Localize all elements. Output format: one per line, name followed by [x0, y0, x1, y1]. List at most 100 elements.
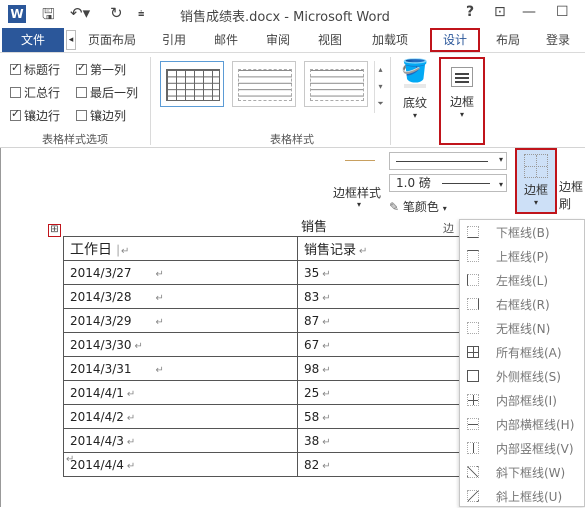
tab-review[interactable]: 审阅: [266, 31, 290, 48]
table-cell[interactable]: 98 ↵: [297, 356, 468, 381]
menu-item-top-border[interactable]: 上框线(P): [460, 244, 585, 268]
line-weight-select[interactable]: 1.0 磅 ▾: [389, 174, 507, 192]
minimize-button[interactable]: —: [522, 4, 536, 20]
table-row: 2014/4/1 ↵ 25 ↵: [63, 380, 468, 405]
tab-page-layout[interactable]: 页面布局: [88, 31, 136, 48]
table-cell[interactable]: 58 ↵: [297, 404, 468, 429]
table-cell[interactable]: 2014/4/4 ↵: [63, 452, 298, 477]
table-row: 2014/4/2 ↵ 58 ↵: [63, 404, 468, 429]
group-divider: [150, 57, 151, 145]
gallery-scroll-icon[interactable]: ▴ ▾ ⏷: [374, 61, 386, 113]
border-styles-button[interactable]: 边框样式: [333, 184, 381, 201]
ribbon-display-options-button[interactable]: ⊡: [494, 4, 506, 20]
table-cell[interactable]: 38 ↵: [297, 428, 468, 453]
menu-item-label: 无框线(N): [496, 322, 551, 336]
grid-pattern: [310, 69, 364, 101]
cell-marker: ↵: [322, 316, 331, 328]
tab-references[interactable]: 引用: [162, 31, 186, 48]
table-header-row: 工作日 │↵ 销售记录 ↵: [63, 236, 468, 261]
value-text: 83: [304, 289, 320, 304]
table-style-plain-thumbnail[interactable]: [232, 61, 296, 107]
word-app-icon[interactable]: W: [8, 5, 26, 23]
undo-icon[interactable]: ↶▾: [70, 4, 90, 22]
value-text: 67: [304, 337, 320, 352]
line-style-select[interactable]: ▾: [389, 152, 507, 170]
table-cell[interactable]: 87 ↵: [297, 308, 468, 333]
checkbox-checked-icon: [10, 107, 21, 121]
tab-mailings[interactable]: 邮件: [214, 31, 238, 48]
tab-layout[interactable]: 布局: [496, 31, 520, 48]
table-cell[interactable]: 35 ↵: [297, 260, 468, 285]
redo-icon[interactable]: ↻: [110, 4, 123, 22]
table-cell[interactable]: 2014/3/27 ↵: [63, 260, 298, 285]
table-style-grid-thumbnail[interactable]: [160, 61, 224, 107]
chevron-down-icon: ▾: [459, 110, 464, 119]
customize-toolbar-icon[interactable]: ⩧: [138, 7, 144, 21]
borders-icon: [524, 154, 548, 178]
help-button[interactable]: ?: [466, 4, 474, 20]
table-cell[interactable]: 2014/4/3 ↵: [63, 428, 298, 453]
menu-item-label: 上框线(P): [496, 250, 549, 264]
chevron-down-icon: ▾: [498, 155, 503, 164]
header-row-checkbox[interactable]: 标题行: [10, 61, 60, 78]
menu-item-inside-horizontal-border[interactable]: 内部横框线(H): [460, 412, 585, 436]
table-cell[interactable]: 25 ↵: [297, 380, 468, 405]
tab-file[interactable]: 文件: [2, 28, 64, 52]
menu-item-left-border[interactable]: 左框线(L): [460, 268, 585, 292]
tab-design[interactable]: 设计: [430, 28, 480, 52]
table-cell[interactable]: 83 ↵: [297, 284, 468, 309]
date-text: 2014/3/27: [70, 265, 132, 280]
menu-item-diagonal-down-border[interactable]: 斜下框线(W): [460, 460, 585, 484]
pen-color-label: 笔颜色: [402, 200, 439, 214]
table-header-cell[interactable]: 工作日 │↵: [63, 236, 298, 261]
inside-horizontal-border-icon: [467, 418, 479, 430]
sales-table[interactable]: 工作日 │↵ 销售记录 ↵ 2014/3/27 ↵ 35 ↵ 2014/3/28 ↵ 83 ↵ …: [63, 236, 468, 477]
menu-item-right-border[interactable]: 右框线(R): [460, 292, 585, 316]
table-cell[interactable]: 2014/3/29 ↵: [63, 308, 298, 333]
table-header-cell[interactable]: 销售记录 ↵: [297, 236, 468, 261]
ribbon-body: 标题行 第一列 汇总行 最后一列 镶边行 镶边列 表格样式选项 ▴▾⏷ 表格样式…: [0, 52, 585, 148]
menu-item-bottom-border[interactable]: 下框线(B): [460, 220, 585, 244]
table-cell[interactable]: 2014/3/31 ↵: [63, 356, 298, 381]
line-weight-value: 1.0 磅: [396, 176, 431, 190]
borders-dropdown-button[interactable]: 边框 ▾: [515, 148, 557, 214]
cell-marker: ↵: [322, 436, 331, 448]
table-move-handle-icon[interactable]: ⊞: [48, 224, 61, 237]
table-cell[interactable]: 2014/4/1 ↵: [63, 380, 298, 405]
table-cell[interactable]: 2014/3/30 ↵: [63, 332, 298, 357]
cell-marker: ↵: [126, 388, 136, 400]
tab-scroll-left-icon[interactable]: ◂: [66, 30, 76, 50]
pen-color-button[interactable]: ✎ 笔颜色 ▾: [389, 198, 447, 215]
table-cell[interactable]: 2014/3/28 ↵: [63, 284, 298, 309]
borders-button[interactable]: 边框 ▾: [439, 57, 485, 145]
diagonal-down-border-icon: [467, 466, 479, 478]
border-painter-button[interactable]: 边框刷: [559, 178, 585, 212]
tab-addins[interactable]: 加载项: [372, 31, 408, 48]
first-column-checkbox[interactable]: 第一列: [76, 61, 126, 78]
table-cell[interactable]: 67 ↵: [297, 332, 468, 357]
menu-item-inside-vertical-border[interactable]: 内部竖框线(V): [460, 436, 585, 460]
menu-item-no-border[interactable]: 无框线(N): [460, 316, 585, 340]
menu-item-inside-borders[interactable]: 内部框线(I): [460, 388, 585, 412]
total-row-checkbox[interactable]: 汇总行: [10, 84, 60, 101]
date-text: 2014/3/30: [70, 337, 132, 352]
table-cell[interactable]: 2014/4/2 ↵: [63, 404, 298, 429]
table-cell[interactable]: 82 ↵: [297, 452, 468, 477]
right-border-icon: [467, 298, 479, 310]
value-text: 82: [304, 457, 320, 472]
login-link[interactable]: 登录: [546, 31, 570, 48]
table-style-light-thumbnail[interactable]: [304, 61, 368, 107]
last-column-checkbox[interactable]: 最后一列: [76, 84, 138, 101]
menu-item-diagonal-up-border[interactable]: 斜上框线(U): [460, 484, 585, 508]
save-icon[interactable]: 🖫: [42, 4, 55, 29]
menu-item-all-borders[interactable]: 所有框线(A): [460, 340, 585, 364]
chevron-down-icon: ▾: [442, 204, 447, 213]
maximize-button[interactable]: ☐: [556, 4, 569, 20]
tab-view[interactable]: 视图: [318, 31, 342, 48]
menu-item-outside-borders[interactable]: 外侧框线(S): [460, 364, 585, 388]
banded-rows-checkbox[interactable]: 镶边行: [10, 107, 60, 124]
banded-columns-checkbox[interactable]: 镶边列: [76, 107, 126, 124]
shading-button[interactable]: 🪣 底纹 ▾: [398, 59, 432, 133]
table-style-options-group-label: 表格样式选项: [42, 133, 108, 146]
cell-marker: ↵: [155, 268, 164, 280]
